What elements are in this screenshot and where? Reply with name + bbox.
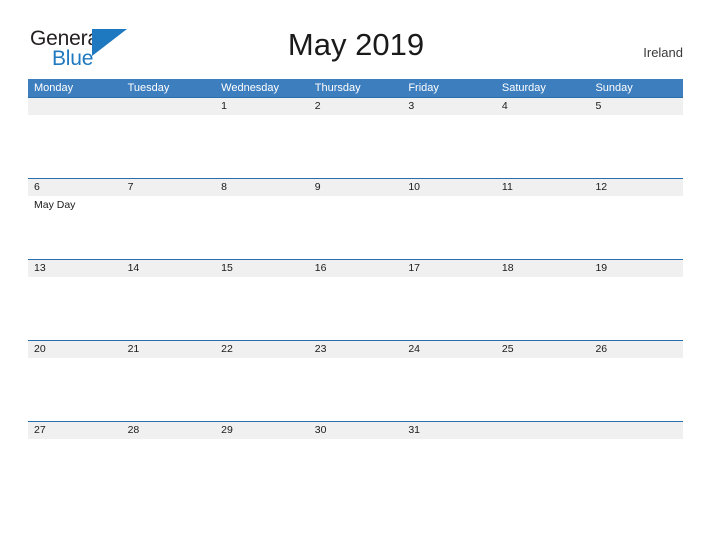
day-number[interactable]: 15 bbox=[215, 260, 309, 277]
day-events-cell bbox=[28, 358, 122, 420]
day-number[interactable]: 22 bbox=[215, 341, 309, 358]
day-number[interactable]: 7 bbox=[122, 179, 216, 196]
day-events-cell bbox=[215, 196, 309, 258]
calendar-week-row: 13 14 15 16 17 18 19 bbox=[28, 259, 683, 340]
week-events-row bbox=[28, 439, 683, 501]
week-events-row bbox=[28, 277, 683, 339]
day-number[interactable]: 20 bbox=[28, 341, 122, 358]
day-number[interactable]: 27 bbox=[28, 422, 122, 439]
day-events-cell bbox=[496, 277, 590, 339]
day-number[interactable]: 1 bbox=[215, 98, 309, 115]
day-events-cell bbox=[402, 115, 496, 177]
day-events-cell bbox=[122, 115, 216, 177]
day-events-cell bbox=[589, 277, 683, 339]
calendar-weeks: 1 2 3 4 5 6 7 8 9 10 11 12 May Day 13 14 15 16 17 18 19 20 21… bbox=[28, 97, 683, 502]
day-events-cell bbox=[28, 115, 122, 177]
weekday-header-sunday: Sunday bbox=[595, 82, 633, 94]
week-date-band: 13 14 15 16 17 18 19 bbox=[28, 259, 683, 277]
weekday-header-row: Monday Tuesday Wednesday Thursday Friday Satu… bbox=[28, 79, 683, 97]
day-events-cell bbox=[215, 439, 309, 501]
holiday-label: May Day bbox=[34, 199, 76, 211]
day-number[interactable]: 25 bbox=[496, 341, 590, 358]
calendar-week-row: 12345 bbox=[28, 97, 683, 178]
day-number[interactable]: 19 bbox=[589, 260, 683, 277]
week-date-band: 12345 bbox=[28, 97, 683, 115]
day-events-cell bbox=[402, 277, 496, 339]
day-events-cell bbox=[309, 115, 403, 177]
day-number[interactable]: 31 bbox=[402, 422, 496, 439]
calendar-week-row: 20 21 22 23 24 25 26 bbox=[28, 340, 683, 421]
day-number[interactable]: 28 bbox=[122, 422, 216, 439]
day-events-cell bbox=[589, 196, 683, 258]
weekday-header-tuesday: Tuesday bbox=[127, 82, 170, 94]
day-number[interactable]: 29 bbox=[215, 422, 309, 439]
day-number[interactable]: 9 bbox=[309, 179, 403, 196]
day-number[interactable]: 12 bbox=[589, 179, 683, 196]
weekday-header-friday: Friday bbox=[408, 82, 439, 94]
day-events-cell bbox=[402, 439, 496, 501]
calendar-week-row: 6 7 8 9 10 11 12 May Day bbox=[28, 178, 683, 259]
day-events-cell bbox=[215, 277, 309, 339]
day-events-cell bbox=[496, 115, 590, 177]
day-number[interactable]: 30 bbox=[309, 422, 403, 439]
calendar-grid: Monday Tuesday Wednesday Thursday Friday Satu… bbox=[28, 79, 683, 502]
week-date-band: 27 28 29 30 31 bbox=[28, 421, 683, 439]
day-events-cell bbox=[215, 115, 309, 177]
day-number[interactable]: 6 bbox=[28, 179, 122, 196]
weekday-header-monday: Monday bbox=[34, 82, 74, 94]
week-events-row: May Day bbox=[28, 196, 683, 258]
week-events-row bbox=[28, 115, 683, 177]
day-events-cell bbox=[215, 358, 309, 420]
day-events-cell bbox=[122, 439, 216, 501]
day-number[interactable]: 4 bbox=[496, 98, 590, 115]
weekday-header-saturday: Saturday bbox=[501, 82, 546, 94]
day-events-cell bbox=[28, 439, 122, 501]
day-events-cell bbox=[496, 196, 590, 258]
day-number[interactable]: 13 bbox=[28, 260, 122, 277]
day-number[interactable]: 2 bbox=[309, 98, 403, 115]
day-events-cell bbox=[28, 277, 122, 339]
day-number[interactable]: 8 bbox=[215, 179, 309, 196]
day-number[interactable]: 3 bbox=[402, 98, 496, 115]
day-events-cell bbox=[122, 358, 216, 420]
region-label: Ireland bbox=[643, 45, 683, 60]
day-number[interactable]: 5 bbox=[589, 98, 683, 115]
page-header: General Blue May 2019 Ireland bbox=[0, 0, 712, 70]
week-events-row bbox=[28, 358, 683, 420]
day-events-cell bbox=[309, 439, 403, 501]
day-events-cell bbox=[122, 277, 216, 339]
day-number[interactable]: 16 bbox=[309, 260, 403, 277]
day-events-cell bbox=[496, 358, 590, 420]
day-events-cell bbox=[402, 358, 496, 420]
page-title: May 2019 bbox=[287, 27, 425, 62]
day-events-cell bbox=[309, 358, 403, 420]
day-events-cell bbox=[309, 196, 403, 258]
day-events-cell bbox=[122, 196, 216, 258]
day-number[interactable]: 18 bbox=[496, 260, 590, 277]
day-events-cell bbox=[589, 439, 683, 501]
day-events-cell bbox=[589, 358, 683, 420]
day-number[interactable]: 23 bbox=[309, 341, 403, 358]
calendar-week-row: 27 28 29 30 31 bbox=[28, 421, 683, 502]
day-events-cell bbox=[589, 115, 683, 177]
day-number[interactable]: 17 bbox=[402, 260, 496, 277]
day-number[interactable]: 14 bbox=[122, 260, 216, 277]
day-number[interactable]: 24 bbox=[402, 341, 496, 358]
day-events-cell bbox=[309, 277, 403, 339]
week-date-band: 20 21 22 23 24 25 26 bbox=[28, 340, 683, 358]
day-events-cell bbox=[402, 196, 496, 258]
week-date-band: 6 7 8 9 10 11 12 bbox=[28, 178, 683, 196]
day-number[interactable]: 10 bbox=[402, 179, 496, 196]
day-events-cell: May Day bbox=[28, 196, 122, 258]
day-number[interactable]: 11 bbox=[496, 179, 590, 196]
day-number[interactable]: 26 bbox=[589, 341, 683, 358]
weekday-header-wednesday: Wednesday bbox=[221, 82, 280, 94]
weekday-header-thursday: Thursday bbox=[314, 82, 361, 94]
day-number[interactable]: 21 bbox=[122, 341, 216, 358]
day-events-cell bbox=[496, 439, 590, 501]
